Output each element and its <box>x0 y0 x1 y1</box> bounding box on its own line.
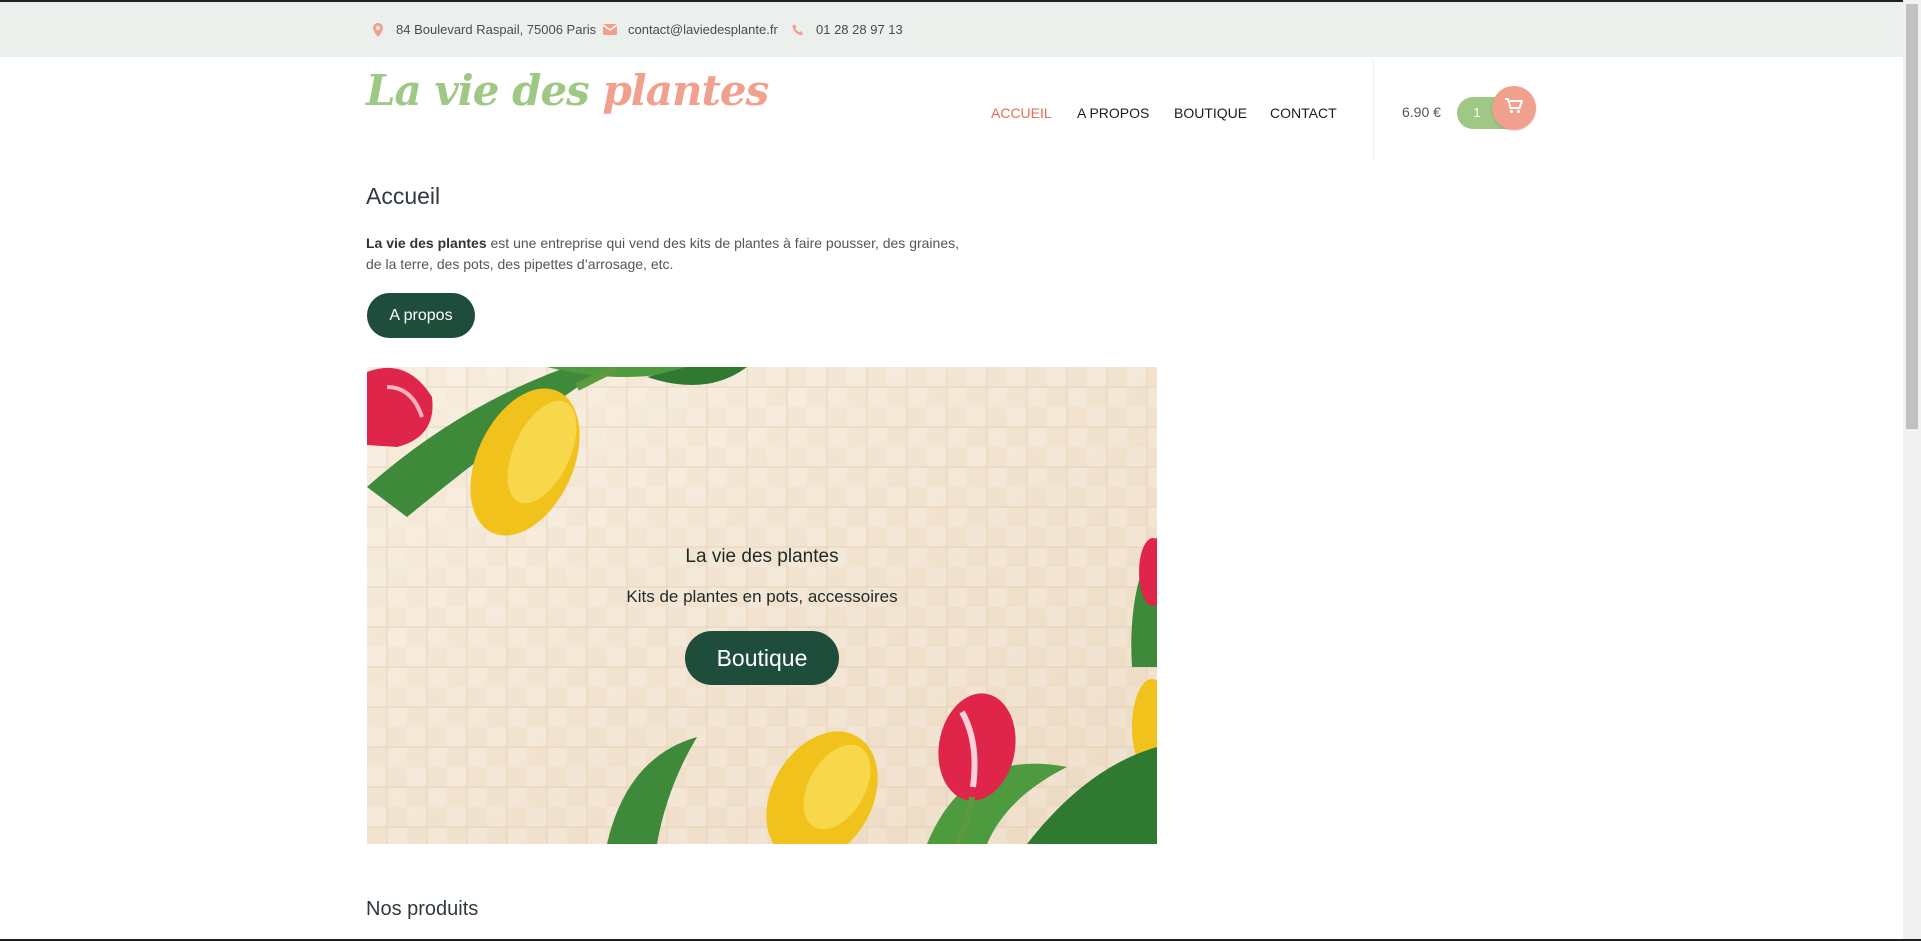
hero-title: La vie des plantes <box>685 546 839 567</box>
nav-link-accueil[interactable]: ACCUEIL <box>991 105 1052 121</box>
cart-button[interactable] <box>1492 86 1536 130</box>
hero-subtitle: Kits de plantes en pots, accessoires <box>626 587 898 606</box>
nav-item-accueil[interactable]: ACCUEIL <box>991 103 1052 123</box>
header-divider <box>1373 59 1374 161</box>
address-text: 84 Boulevard Raspail, 75006 Paris <box>396 22 597 37</box>
map-pin-icon <box>370 22 386 38</box>
phone-info[interactable]: 01 28 28 97 13 <box>790 2 903 57</box>
scrollbar-thumb[interactable] <box>1906 4 1918 429</box>
cart-count-badge: 1 <box>1473 105 1481 120</box>
nav-link-boutique[interactable]: BOUTIQUE <box>1174 105 1247 121</box>
email-link[interactable]: contact@laviedesplante.fr <box>628 22 778 37</box>
nav-link-contact[interactable]: CONTACT <box>1270 105 1337 121</box>
nav-item-boutique[interactable]: BOUTIQUE <box>1174 103 1247 123</box>
email-info[interactable]: contact@laviedesplante.fr <box>602 2 778 57</box>
boutique-button[interactable]: Boutique <box>685 631 839 685</box>
site-logo[interactable]: La vie des plantes <box>366 66 769 116</box>
page-title: Accueil <box>366 183 441 209</box>
phone-text[interactable]: 01 28 28 97 13 <box>816 22 903 37</box>
envelope-icon <box>602 22 618 38</box>
nav-link-apropos[interactable]: A PROPOS <box>1077 105 1149 121</box>
phone-icon <box>790 22 806 38</box>
top-info-bar: 84 Boulevard Raspail, 75006 Paris contac… <box>0 2 1903 57</box>
nav-item-contact[interactable]: CONTACT <box>1270 103 1337 123</box>
intro-brand: La vie des plantes <box>366 235 487 251</box>
address-info: 84 Boulevard Raspail, 75006 Paris <box>370 2 596 57</box>
apropos-button[interactable]: A propos <box>367 293 475 338</box>
hero-banner: La vie des plantes Kits de plantes en po… <box>367 367 1157 844</box>
cart-icon <box>1505 97 1523 119</box>
logo-text-part2: plantes <box>602 66 769 115</box>
logo-text-part1: La vie des <box>366 66 590 115</box>
nav-item-apropos[interactable]: A PROPOS <box>1077 103 1149 123</box>
cart-total: 6.90 € <box>1402 104 1441 120</box>
intro-paragraph: La vie des plantes est une entreprise qu… <box>366 233 976 275</box>
products-section-title: Nos produits <box>366 898 479 920</box>
